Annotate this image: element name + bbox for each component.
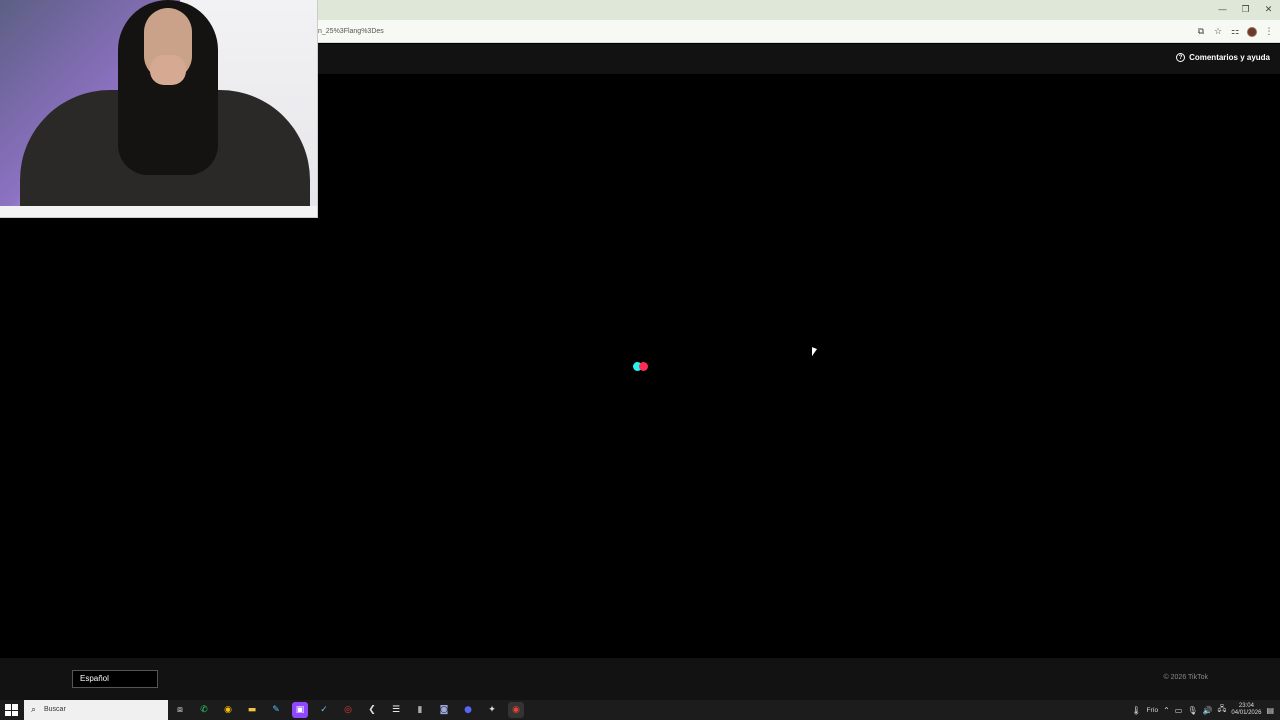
star-icon[interactable]: ☆ [1213,27,1223,37]
window-controls: — ❐ ✕ [1211,0,1280,20]
tools-icon[interactable]: ✦ [484,702,500,718]
webcam-person-hand [150,55,186,85]
question-icon: ? [1176,53,1186,62]
minimize-icon[interactable]: — [1211,0,1234,20]
mic-icon[interactable]: ▮ [412,702,428,718]
restore-icon[interactable]: ❐ [1234,0,1257,20]
whatsapp-icon[interactable]: ✆ [196,702,212,718]
help-label: Comentarios y ayuda [1189,53,1270,62]
mouse-cursor-icon [812,347,822,360]
chevron-up-icon[interactable]: ⌃ [1163,706,1170,715]
chrome-active-icon[interactable]: ◉ [508,702,524,718]
menu-icon[interactable]: ⋮ [1264,27,1274,37]
weather-text[interactable]: Frío [1147,707,1159,714]
taskbar-apps: ⧈ ✆ ◉ ▬ ✎ ▣ ✓ ◎ ❮ ☰ ▮ ◙ ● ✦ ◉ [172,702,524,718]
copyright-text: © 2026 TikTok [1163,674,1208,681]
help-link[interactable]: ? Comentarios y ayuda [1176,53,1270,62]
discord-icon[interactable]: ● [460,702,476,718]
app-icon[interactable]: ❮ [364,702,380,718]
windows-start-icon[interactable] [4,703,18,717]
device-icon[interactable]: ▭ [1175,706,1183,715]
webcam-overlay [0,0,318,218]
obs-icon[interactable]: ◎ [340,702,356,718]
file-explorer-icon[interactable]: ▬ [244,702,260,718]
clock[interactable]: 23:04 04/01/2026 [1231,703,1261,717]
system-tray: 🌡 Frío ⌃ ▭ 🎙 🔊 🖧 23:04 04/01/2026 ▤ [1131,700,1274,720]
extensions-icon[interactable]: ⚏ [1230,27,1240,37]
taskbar-search[interactable]: ⌕ Buscar [24,700,168,720]
notepad-icon[interactable]: ✎ [268,702,284,718]
loading-spinner [633,362,649,371]
cast-icon[interactable]: ⧉ [1196,27,1206,37]
toolbar-icons: ⧉ ☆ ⚏ ⋮ [1196,23,1274,40]
language-select[interactable]: Español [72,670,158,688]
profile-avatar[interactable] [1247,26,1257,37]
steam-icon[interactable]: ✓ [316,702,332,718]
camera-icon[interactable]: ◙ [436,702,452,718]
clock-date: 04/01/2026 [1231,710,1262,716]
loader-dot-pink [639,362,648,371]
twitch-icon[interactable]: ▣ [292,702,308,718]
volume-icon[interactable]: 🔊 [1203,706,1213,715]
spotify-icon[interactable]: ☰ [388,702,404,718]
search-icon: ⌕ [31,705,37,715]
notifications-icon[interactable]: ▤ [1266,706,1274,715]
page-footer: Español © 2026 TikTok [0,658,1280,700]
taskbar: ⌕ Buscar ⧈ ✆ ◉ ▬ ✎ ▣ ✓ ◎ ❮ ☰ ▮ ◙ ● ✦ ◉ 🌡… [0,700,1280,720]
microphone-icon[interactable]: 🎙 [1187,706,1197,715]
url-field[interactable]: n_25%3Flang%3Des [318,24,384,39]
network-icon[interactable]: 🖧 [1217,703,1226,717]
webcam-desk [0,206,317,217]
clock-time: 23:04 [1238,703,1254,709]
task-view-icon[interactable]: ⧈ [172,702,188,718]
close-icon[interactable]: ✕ [1257,0,1280,20]
search-placeholder: Buscar [44,706,66,713]
chrome-icon[interactable]: ◉ [220,702,236,718]
weather-icon: 🌡 [1131,705,1142,715]
